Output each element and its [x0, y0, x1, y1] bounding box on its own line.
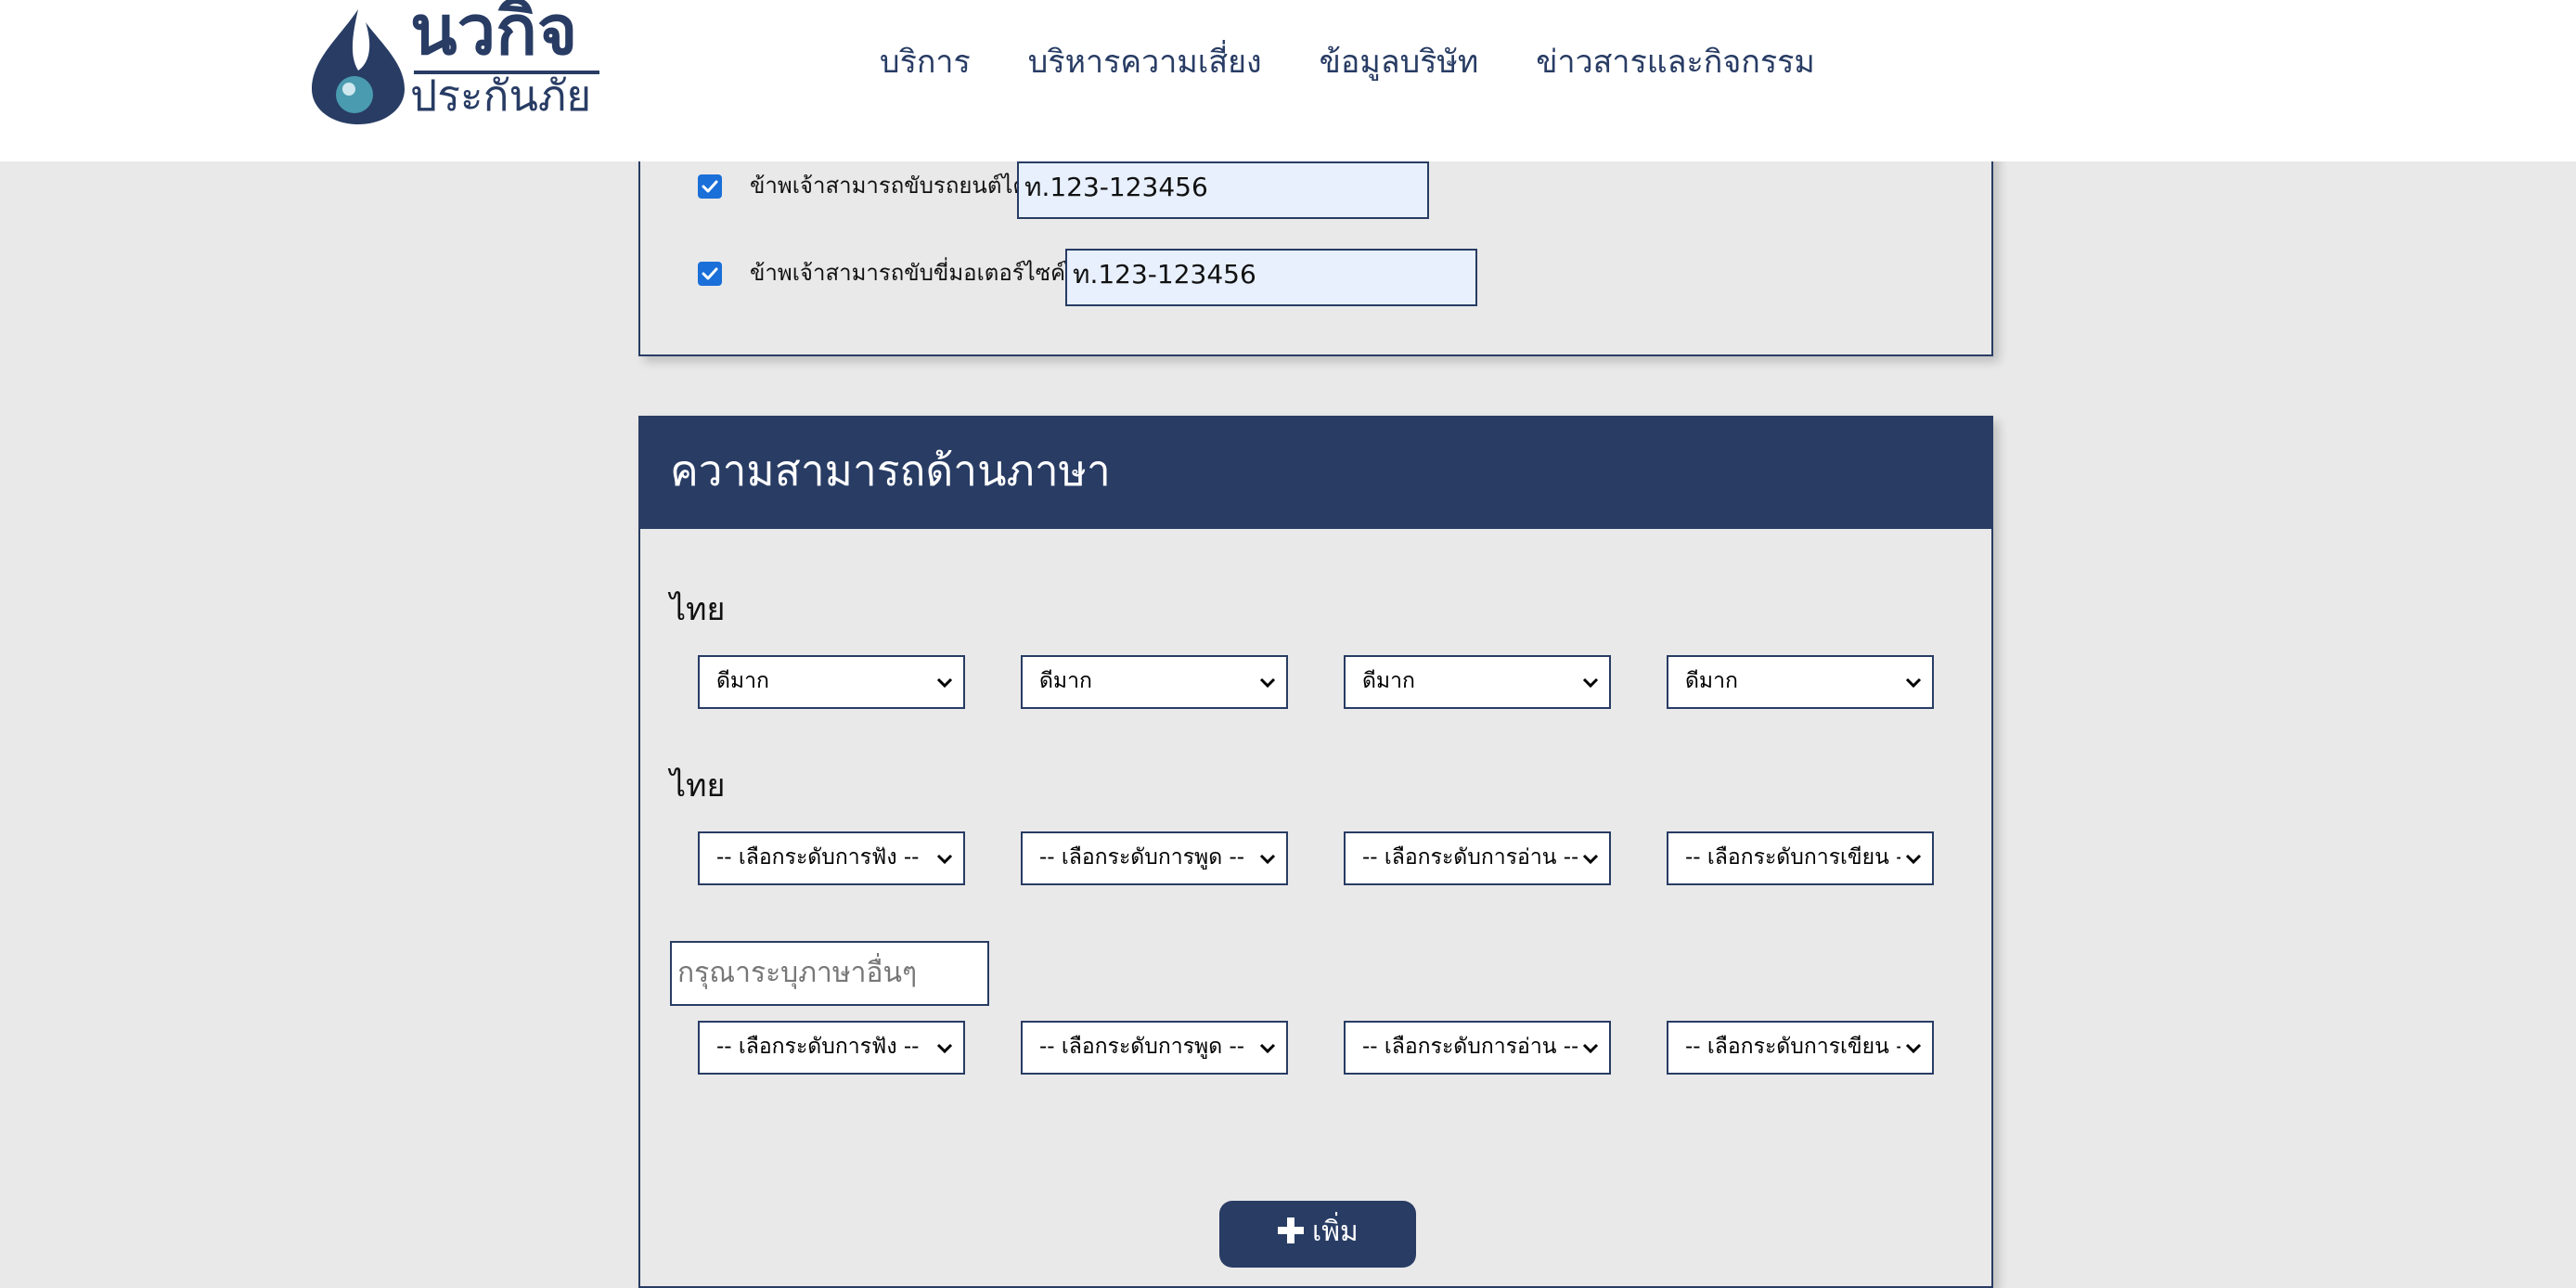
logo-wordmark-bottom: ประกันภัย	[410, 71, 592, 121]
add-language-button[interactable]: เพิ่ม	[1219, 1201, 1416, 1268]
check-icon	[702, 267, 718, 280]
motorcycle-license-number-input[interactable]: ท.123-123456	[1065, 249, 1477, 306]
listening-level-select[interactable]: ดีมาก	[698, 655, 965, 709]
select-value: -- เลือกระดับการเขียน --	[1685, 845, 1900, 869]
language-label-1: ไทย	[670, 591, 726, 628]
chevron-down-icon	[1259, 677, 1276, 689]
select-value: -- เลือกระดับการเขียน --	[1685, 1035, 1900, 1059]
listening-level-select[interactable]: -- เลือกระดับการฟัง --	[698, 831, 965, 885]
plus-icon	[1278, 1217, 1304, 1243]
reading-level-select[interactable]: ดีมาก	[1344, 655, 1611, 709]
language-row-2-selects: -- เลือกระดับการฟัง -- -- เลือกระดับการพ…	[698, 831, 1934, 885]
car-license-number-input[interactable]: ท.123-123456	[1017, 161, 1429, 219]
nav-item-news-activities[interactable]: ข่าวสารและกิจกรรม	[1536, 39, 1815, 85]
other-language-input[interactable]: กรุณาระบุภาษาอื่นๆ	[670, 941, 989, 1006]
select-value: -- เลือกระดับการอ่าน --	[1362, 1035, 1578, 1059]
select-value: -- เลือกระดับการฟัง --	[716, 845, 920, 869]
chevron-down-icon	[936, 1043, 953, 1054]
chevron-down-icon	[1582, 854, 1599, 865]
chevron-down-icon	[1259, 1043, 1276, 1054]
car-license-label: ข้าพเจ้าสามารถขับรถยนต์ได้	[750, 173, 1028, 199]
select-value: -- เลือกระดับการอ่าน --	[1362, 845, 1578, 869]
language-card-title: ความสามารถด้านภาษา	[670, 445, 1111, 496]
select-value: -- เลือกระดับการพูด --	[1039, 1035, 1245, 1059]
motorcycle-license-label: ข้าพเจ้าสามารถขับขี่มอเตอร์ไซค์ได้	[750, 260, 1091, 286]
chevron-down-icon	[1905, 677, 1922, 689]
speaking-level-select[interactable]: -- เลือกระดับการพูด --	[1021, 1021, 1288, 1075]
chevron-down-icon	[936, 677, 953, 689]
chevron-down-icon	[1905, 854, 1922, 865]
select-value: ดีมาก	[1039, 669, 1092, 693]
motorcycle-license-checkbox[interactable]	[698, 262, 722, 286]
add-button-label: เพิ่ม	[1312, 1216, 1359, 1248]
reading-level-select[interactable]: -- เลือกระดับการอ่าน --	[1344, 1021, 1611, 1075]
writing-level-select[interactable]: -- เลือกระดับการเขียน --	[1667, 831, 1934, 885]
language-label-2: ไทย	[670, 767, 726, 805]
nav-item-company-info[interactable]: ข้อมูลบริษัท	[1320, 39, 1479, 85]
chevron-down-icon	[936, 854, 953, 865]
nav-item-services[interactable]: บริการ	[880, 39, 971, 85]
car-license-checkbox[interactable]	[698, 174, 722, 199]
select-value: ดีมาก	[1685, 669, 1738, 693]
select-value: -- เลือกระดับการพูด --	[1039, 845, 1245, 869]
writing-level-select[interactable]: -- เลือกระดับการเขียน --	[1667, 1021, 1934, 1075]
language-skills-card: ความสามารถด้านภาษา ไทย ดีมาก ดีมาก ดีมาก…	[638, 416, 1993, 1288]
chevron-down-icon	[1259, 854, 1276, 865]
select-value: -- เลือกระดับการฟัง --	[716, 1035, 920, 1059]
speaking-level-select[interactable]: -- เลือกระดับการพูด --	[1021, 831, 1288, 885]
company-logo[interactable]: นวกิจ ประกันภัย	[312, 0, 609, 124]
listening-level-select[interactable]: -- เลือกระดับการฟัง --	[698, 1021, 965, 1075]
writing-level-select[interactable]: ดีมาก	[1667, 655, 1934, 709]
chevron-down-icon	[1582, 677, 1599, 689]
select-value: ดีมาก	[716, 669, 769, 693]
select-value: ดีมาก	[1362, 669, 1415, 693]
chevron-down-icon	[1905, 1043, 1922, 1054]
language-card-header: ความสามารถด้านภาษา	[640, 418, 1991, 529]
chevron-down-icon	[1582, 1043, 1599, 1054]
language-row-3-selects: -- เลือกระดับการฟัง -- -- เลือกระดับการพ…	[698, 1021, 1934, 1075]
droplet-logo-icon	[312, 9, 405, 124]
reading-level-select[interactable]: -- เลือกระดับการอ่าน --	[1344, 831, 1611, 885]
main-nav: บริการ บริหารความเสี่ยง ข้อมูลบริษัท ข่า…	[880, 39, 1815, 85]
logo-wordmark-top: นวกิจ	[410, 0, 578, 71]
check-icon	[702, 180, 718, 193]
nav-item-risk-management[interactable]: บริหารความเสี่ยง	[1028, 39, 1262, 85]
language-row-1-selects: ดีมาก ดีมาก ดีมาก ดีมาก	[698, 655, 1934, 709]
site-header: นวกิจ ประกันภัย บริการ บริหารความเสี่ยง …	[0, 0, 2576, 161]
speaking-level-select[interactable]: ดีมาก	[1021, 655, 1288, 709]
